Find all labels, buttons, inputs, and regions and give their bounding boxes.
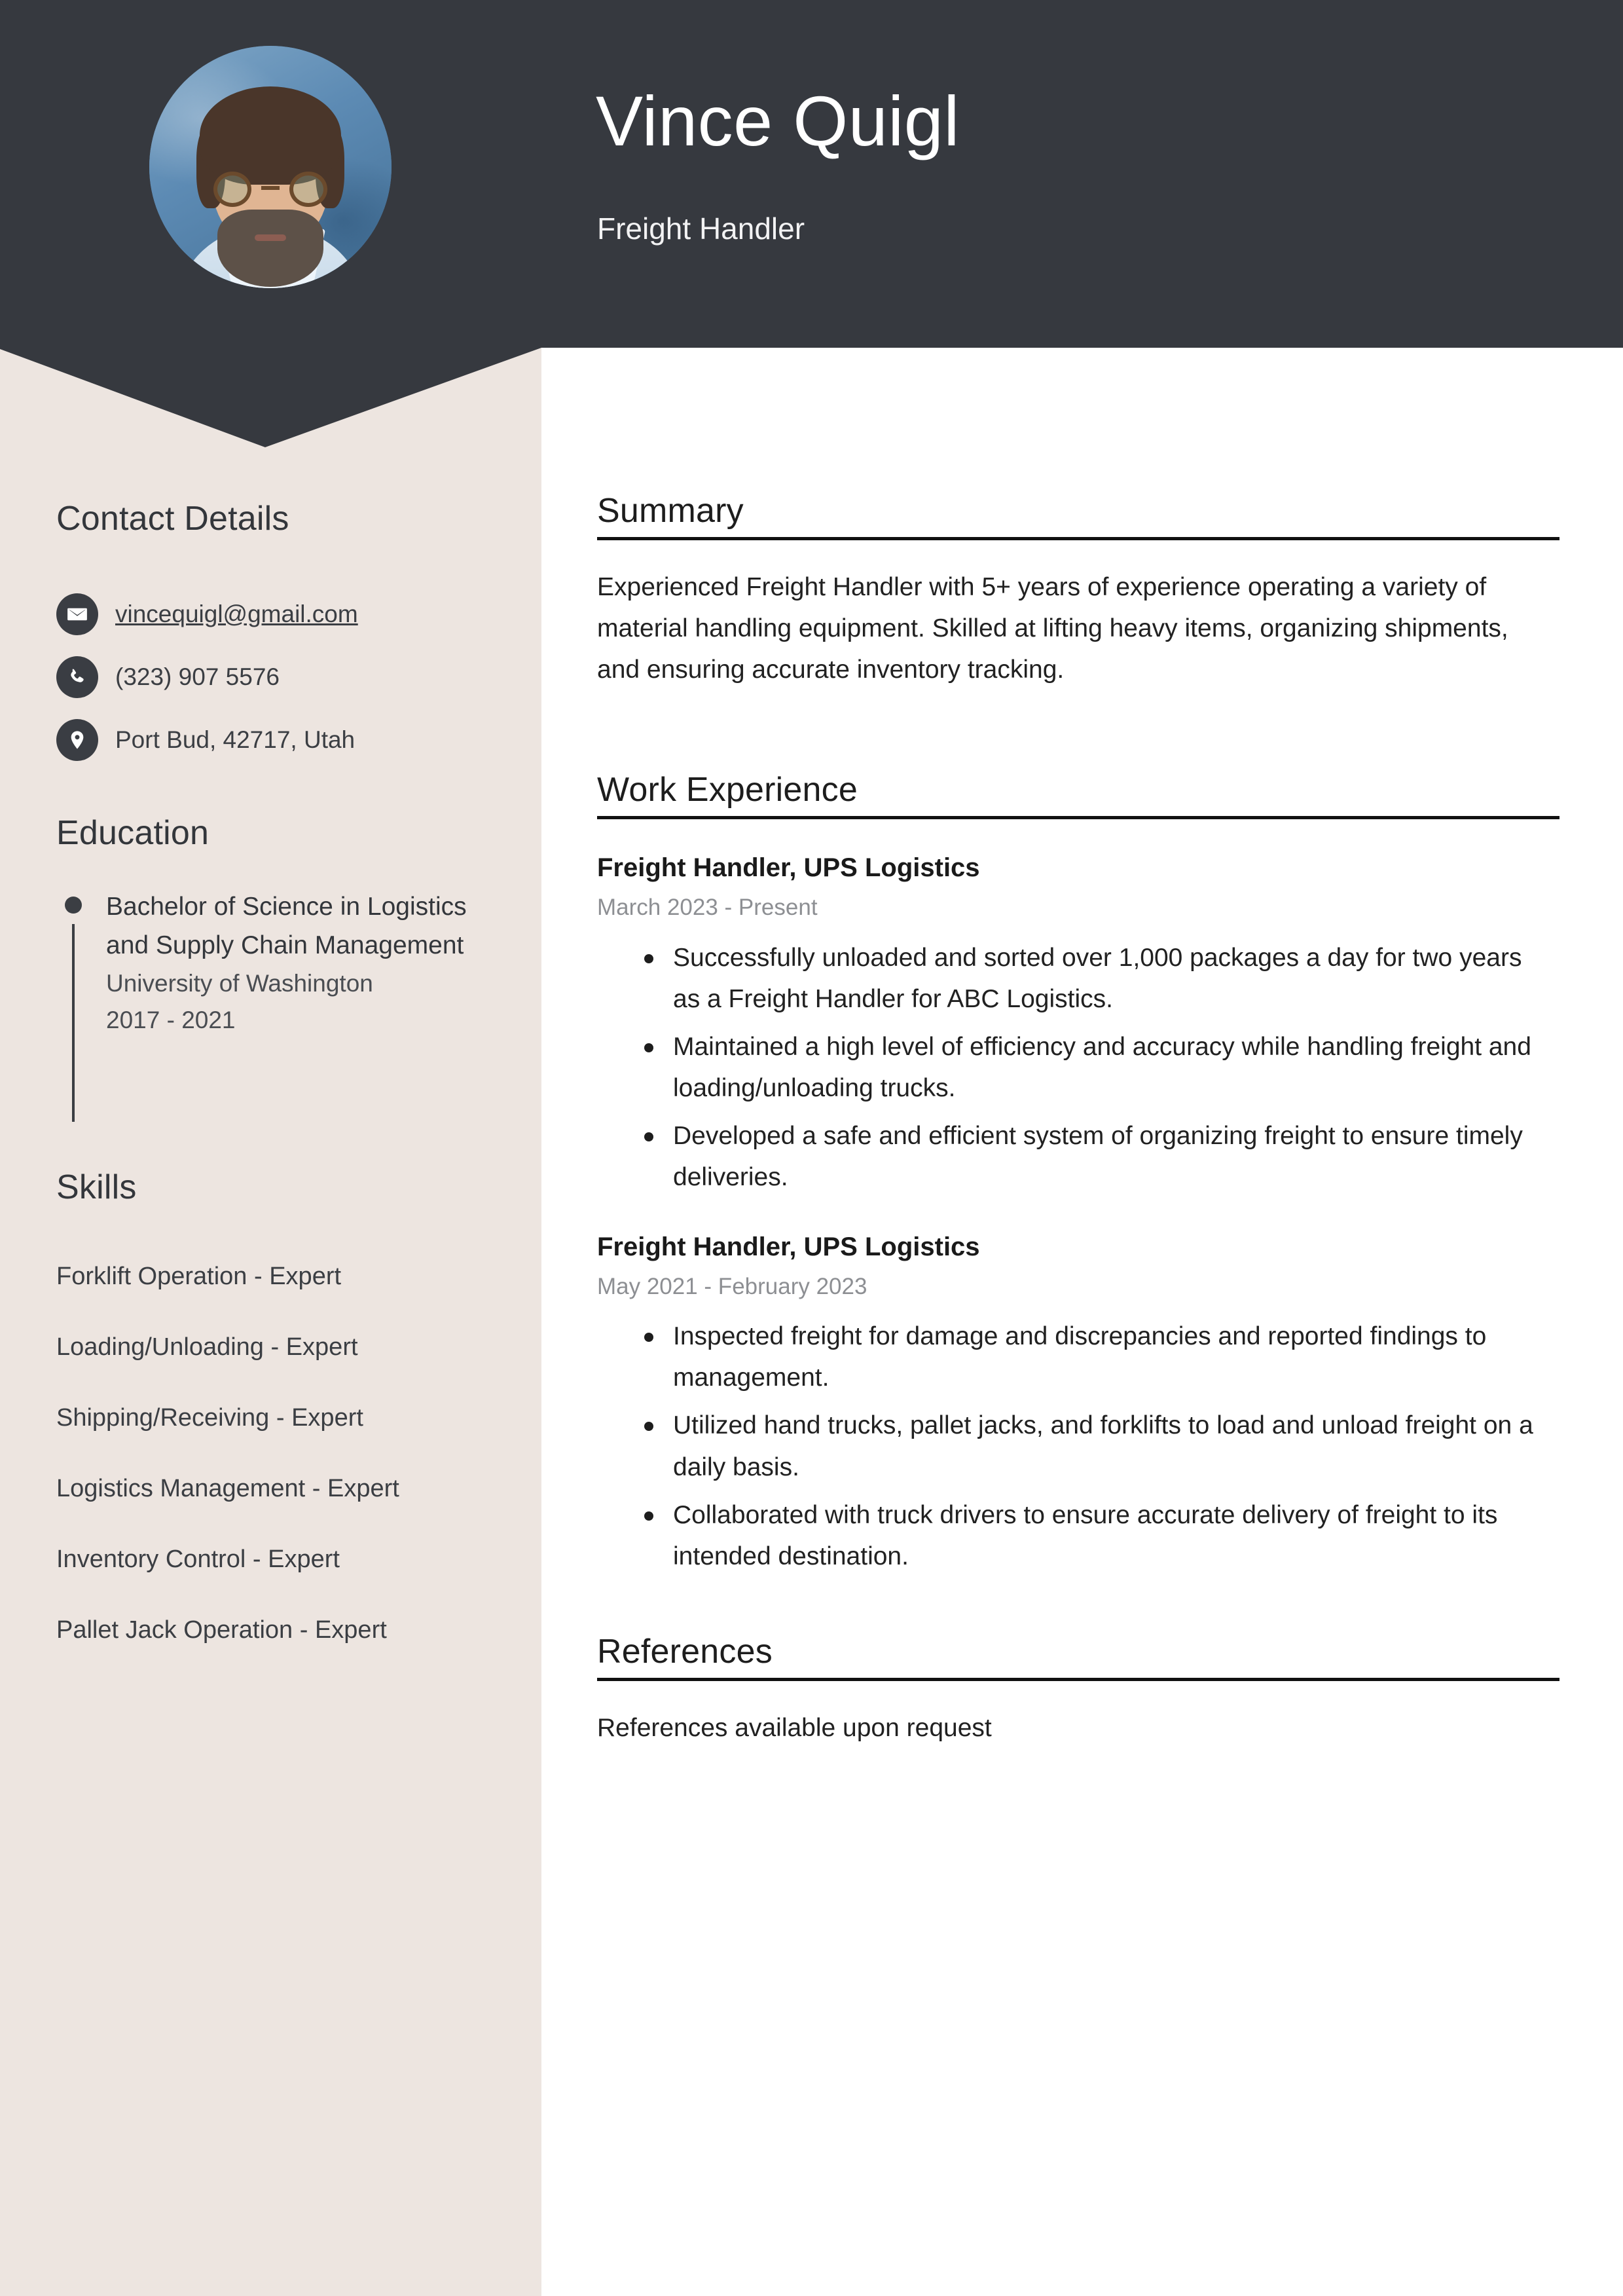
skill-item: Logistics Management - Expert: [56, 1475, 399, 1502]
contact-details-heading: Contact Details: [56, 500, 289, 538]
sidebar: Contact Details vincequigl@gmail.com (32…: [0, 0, 541, 2296]
contact-phone-value[interactable]: (323) 907 5576: [115, 663, 280, 691]
skill-item: Pallet Jack Operation - Expert: [56, 1616, 387, 1644]
education-heading: Education: [56, 814, 210, 852]
job-bullet: Successfully unloaded and sorted over 1,…: [644, 937, 1544, 1020]
references-heading: References: [597, 1633, 773, 1671]
education-entry: Bachelor of Science in Logistics and Sup…: [56, 887, 501, 1122]
job-bullet: Inspected freight for damage and discrep…: [644, 1316, 1544, 1398]
references-divider: [597, 1678, 1559, 1681]
education-years: 2017 - 2021: [106, 1006, 236, 1033]
job-entry: Freight Handler, UPS Logistics May 2021 …: [597, 1230, 1566, 1578]
education-timeline-bar: [72, 924, 75, 1122]
job-bullet-list: Inspected freight for damage and discrep…: [597, 1316, 1566, 1577]
summary-heading: Summary: [597, 492, 744, 530]
contact-email-value[interactable]: vincequigl@gmail.com: [115, 601, 358, 628]
contact-location-value[interactable]: Port Bud, 42717, Utah: [115, 726, 355, 754]
phone-icon: [56, 656, 98, 698]
summary-section: Summary Experienced Freight Handler with…: [597, 491, 1566, 691]
education-school: University of Washington: [106, 969, 373, 997]
contact-item-location[interactable]: Port Bud, 42717, Utah: [56, 709, 488, 771]
job-entry: Freight Handler, UPS Logistics March 202…: [597, 851, 1566, 1198]
job-title: Freight Handler, UPS Logistics: [597, 853, 980, 882]
education-degree: Bachelor of Science in Logistics and Sup…: [106, 893, 467, 960]
references-text: References available upon request: [597, 1714, 992, 1742]
skill-item: Shipping/Receiving - Expert: [56, 1404, 363, 1432]
summary-text: Experienced Freight Handler with 5+ year…: [597, 573, 1508, 684]
skill-item: Loading/Unloading - Expert: [56, 1333, 358, 1361]
contact-item-phone[interactable]: (323) 907 5576: [56, 646, 488, 709]
job-bullet-list: Successfully unloaded and sorted over 1,…: [597, 937, 1566, 1198]
work-experience-heading: Work Experience: [597, 771, 858, 809]
references-section: References References available upon req…: [597, 1632, 1566, 1749]
summary-divider: [597, 537, 1559, 540]
job-bullet: Developed a safe and efficient system of…: [644, 1115, 1544, 1198]
skills-list: Forklift Operation - Expert Loading/Unlo…: [56, 1241, 515, 1665]
work-experience-section: Work Experience Freight Handler, UPS Log…: [597, 770, 1566, 1583]
work-experience-divider: [597, 816, 1559, 819]
candidate-job-title: Freight Handler: [597, 212, 805, 246]
location-pin-icon: [56, 719, 98, 761]
resume-page: Vince Quigl Freight Handler Contact Deta…: [0, 0, 1623, 2296]
skill-item: Inventory Control - Expert: [56, 1546, 340, 1573]
job-title: Freight Handler, UPS Logistics: [597, 1232, 980, 1261]
job-bullet: Utilized hand trucks, pallet jacks, and …: [644, 1405, 1544, 1487]
candidate-name: Vince Quigl: [596, 81, 960, 160]
skill-item: Forklift Operation - Expert: [56, 1263, 342, 1290]
education-list: Bachelor of Science in Logistics and Sup…: [56, 887, 501, 1122]
envelope-icon: [56, 593, 98, 635]
skills-heading: Skills: [56, 1168, 137, 1206]
job-bullet: Maintained a high level of efficiency an…: [644, 1026, 1544, 1109]
job-dates: March 2023 - Present: [597, 895, 818, 920]
contact-item-email[interactable]: vincequigl@gmail.com: [56, 583, 488, 646]
job-dates: May 2021 - February 2023: [597, 1273, 867, 1299]
job-bullet: Collaborated with truck drivers to ensur…: [644, 1494, 1544, 1577]
education-bullet-dot: [65, 897, 82, 914]
contact-list: vincequigl@gmail.com (323) 907 5576 Port…: [56, 583, 488, 771]
